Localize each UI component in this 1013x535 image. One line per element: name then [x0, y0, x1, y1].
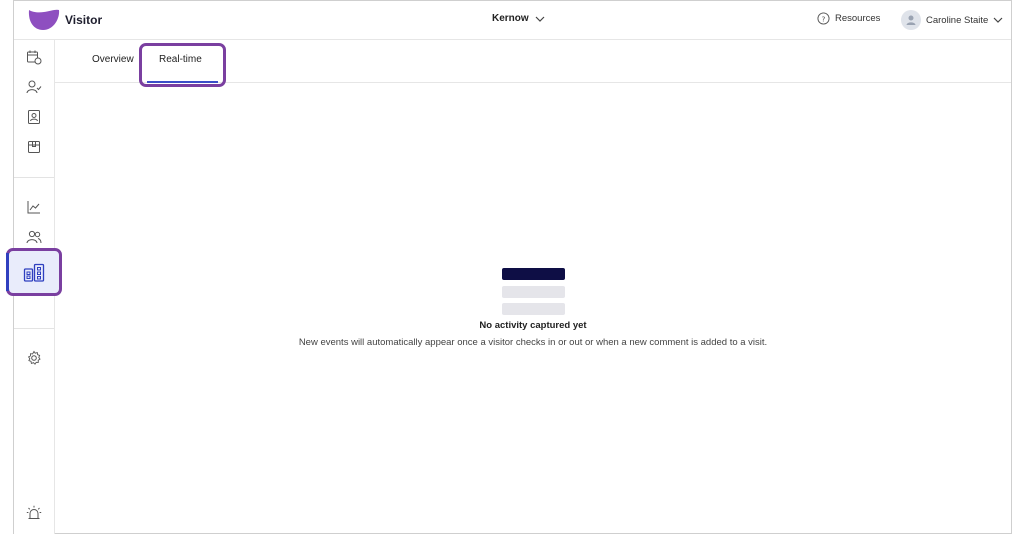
tab-focus-highlight: [139, 43, 226, 87]
user-menu[interactable]: Caroline Staite: [901, 10, 1003, 30]
sidebar-item-analytics[interactable]: [25, 198, 43, 216]
user-name: Caroline Staite: [926, 14, 989, 26]
site-name: Kernow: [492, 13, 529, 24]
skeleton-bar: [502, 268, 565, 280]
empty-state-description: New events will automatically appear onc…: [298, 337, 768, 348]
sidebar-divider: [14, 328, 54, 329]
resources-label: Resources: [835, 13, 881, 24]
resources-link[interactable]: ? Resources: [817, 12, 880, 25]
user-avatar-icon: [906, 15, 916, 25]
svg-text:?: ?: [822, 14, 826, 23]
tab-overview[interactable]: Overview: [92, 54, 134, 65]
app-name: Visitor: [65, 13, 103, 27]
sidebar-item-contacts[interactable]: [25, 108, 43, 126]
sidebar-item-check-in[interactable]: [25, 78, 43, 96]
calendar-clock-icon: [27, 50, 42, 65]
building-icon: [23, 263, 45, 282]
empty-state: No activity captured yet New events will…: [55, 83, 1011, 535]
tab-bar: Overview Real-time: [55, 40, 1011, 87]
contact-card-icon: [28, 110, 40, 124]
skeleton-bar: [502, 303, 565, 315]
sidebar-active-indicator: [6, 253, 9, 291]
sidebar-item-people[interactable]: [25, 228, 43, 246]
sidebar-item-deliveries[interactable]: [25, 138, 43, 156]
avatar: [901, 10, 921, 30]
empty-state-title: No activity captured yet: [479, 320, 587, 331]
skeleton-bar: [502, 286, 565, 298]
chevron-down-icon: [535, 16, 545, 22]
top-bar: Visitor Kernow ? Resources Caroline Stai…: [14, 1, 1011, 40]
sidebar-item-emergency[interactable]: [25, 504, 43, 522]
sidebar-item-settings[interactable]: [25, 349, 43, 367]
alarm-siren-icon: [26, 505, 42, 519]
sidebar-item-schedule[interactable]: [25, 48, 43, 66]
chevron-down-icon: [993, 17, 1003, 23]
user-check-icon: [26, 80, 42, 94]
sidebar-divider: [14, 177, 54, 178]
package-icon: [28, 141, 40, 153]
users-icon: [26, 230, 42, 244]
sidebar: [6, 40, 62, 534]
settings-icon: [27, 350, 41, 365]
app-window: Visitor Kernow ? Resources Caroline Stai…: [6, 0, 1012, 535]
site-selector[interactable]: Kernow: [492, 13, 545, 24]
help-circle-icon: ?: [817, 12, 830, 25]
visitor-logo-icon: [28, 9, 60, 30]
line-chart-icon: [27, 201, 40, 214]
sidebar-item-realtime-board[interactable]: [22, 263, 46, 283]
